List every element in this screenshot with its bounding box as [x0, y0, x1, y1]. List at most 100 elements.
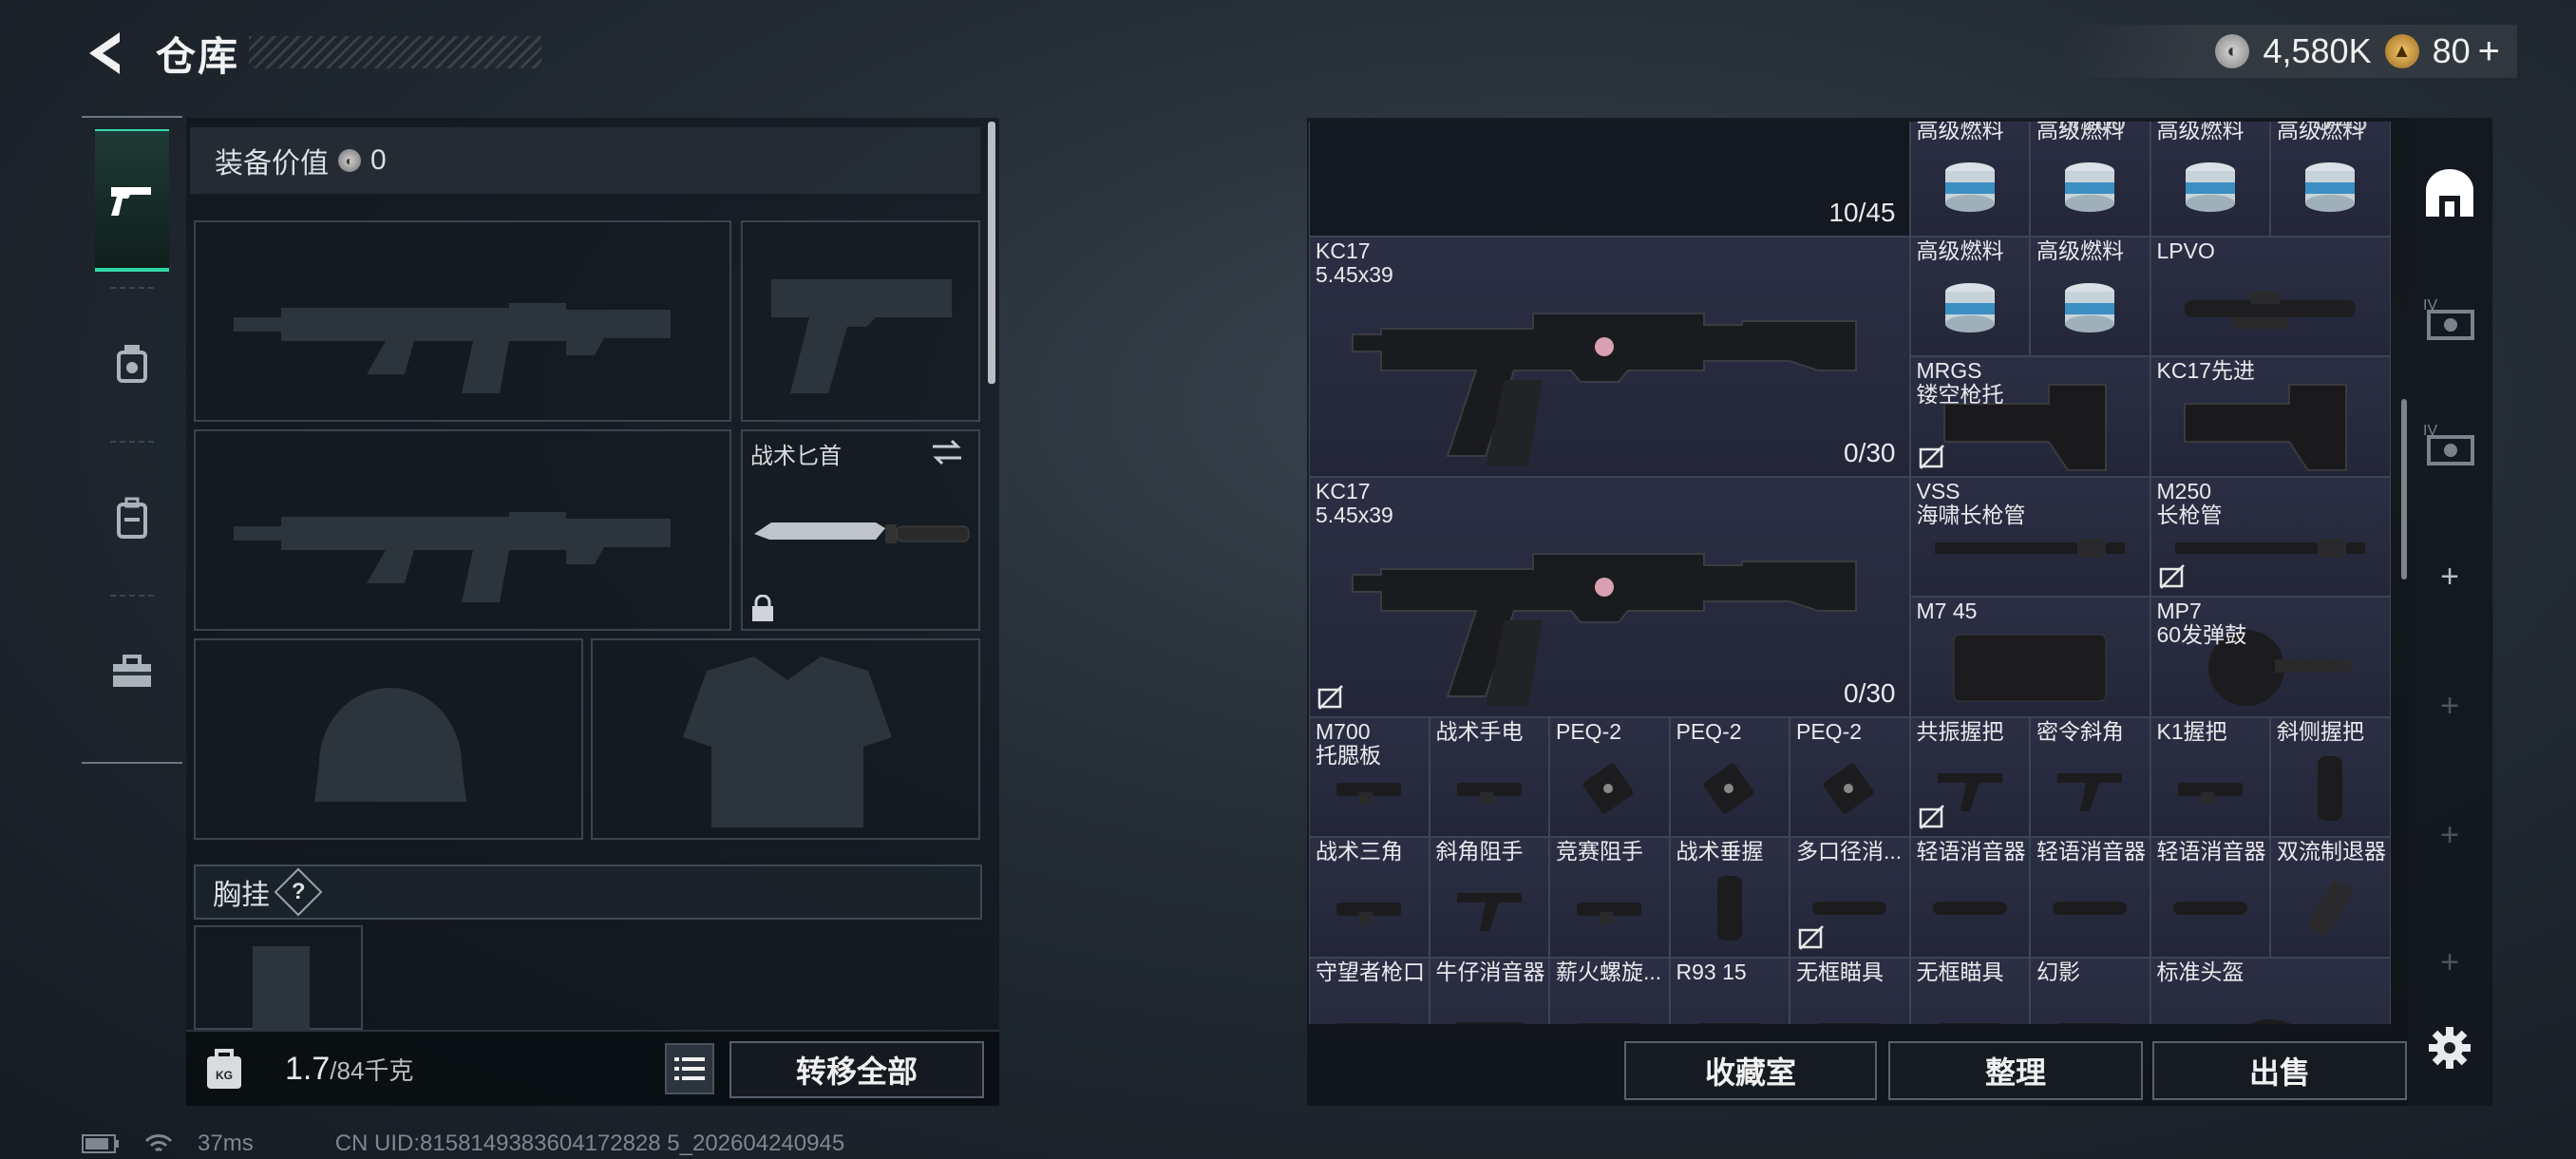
stash-item-label: 多口径消... [1796, 840, 1903, 864]
stash-item[interactable]: 竞赛阻手 [1549, 837, 1670, 958]
small-icon [1310, 981, 1429, 1024]
stash-item[interactable]: R93 15 [1669, 957, 1790, 1024]
chest-rig-slot[interactable] [194, 925, 363, 1032]
stash-item[interactable]: 无框瞄具 [1790, 957, 1910, 1024]
stash-item[interactable]: K1握把 [2150, 716, 2270, 837]
help-icon[interactable]: ? [274, 867, 323, 917]
stash-item[interactable]: 守望者枪口 [1309, 957, 1430, 1024]
stash-item[interactable]: 斜角阻手 [1429, 837, 1549, 958]
sort-button[interactable]: 整理 [1888, 1041, 2143, 1100]
swap-icon[interactable] [931, 439, 963, 466]
weight-readout: 1.7/84千克 [285, 1051, 413, 1088]
stash-scrollbar[interactable] [2401, 399, 2407, 580]
stash-item[interactable]: M7 45 [1909, 597, 2150, 717]
stash-item[interactable]: 高级燃料 [2270, 122, 2391, 237]
stash-item[interactable]: 高级燃料 [2150, 122, 2270, 237]
stash-item[interactable]: 高级燃料 [1909, 236, 2030, 356]
battery-icon [82, 1134, 119, 1153]
sell-button[interactable]: 出售 [2152, 1041, 2407, 1100]
no-drop-icon [1919, 804, 1945, 830]
svg-text:KG: KG [216, 1069, 233, 1082]
helmet-slot[interactable] [194, 638, 583, 840]
stash-item[interactable]: 薪火螺旋... [1549, 957, 1670, 1024]
stash-item[interactable]: LPVO [2150, 236, 2391, 356]
gold-coin-icon: ▲ [2384, 34, 2419, 68]
stash-item-label: M7 45 [1916, 599, 1978, 623]
grip-icon [1430, 861, 1549, 957]
list-view-button[interactable] [665, 1043, 714, 1094]
currency-bar: ◐ 4,580K ▲ 80 + [2061, 25, 2517, 78]
primary-weapon-slot[interactable] [194, 220, 731, 422]
tab-weapons[interactable] [95, 129, 169, 272]
add-container-button[interactable]: + [2418, 674, 2481, 737]
add-container-button[interactable]: + [2418, 545, 2481, 608]
stash-item[interactable]: 战术垂握 [1669, 837, 1790, 958]
add-container-button[interactable]: + [2418, 931, 2481, 994]
stash-item[interactable]: 高级燃料 [2030, 236, 2150, 356]
stash-item-label: KC17 5.45x39 [1316, 238, 1393, 287]
stash-item[interactable]: 轻语消音器 [2030, 837, 2150, 958]
tab-case[interactable] [95, 600, 169, 743]
equipment-value-bar: 装备价值 ◐ 0 [190, 127, 980, 194]
pistol-icon [111, 187, 151, 216]
settings-button[interactable] [2418, 1016, 2481, 1079]
rifle-silhouette-icon [234, 512, 671, 602]
stash-item[interactable]: 战术三角 [1309, 837, 1430, 958]
page-title: 仓库 [156, 34, 240, 79]
stash-item[interactable]: 轻语消音器 [2150, 837, 2270, 958]
add-currency-button[interactable]: + [2478, 30, 2500, 73]
stash-item[interactable]: 高级燃料 [2030, 122, 2150, 237]
tab-armor[interactable] [95, 293, 169, 435]
stash-item-label: PEQ-2 [1556, 719, 1622, 744]
stash-item[interactable]: 牛仔消音器 [1429, 957, 1549, 1024]
stash-grid: 10/45 高级燃料 高级燃料 高级燃料 高级燃料 KC17 5.45x39 0/30 高级燃… [1309, 122, 2394, 1024]
loadout-scrollbar[interactable] [988, 122, 995, 384]
collection-room-button[interactable]: 收藏室 [1624, 1041, 1877, 1100]
stash-item[interactable]: KC17 5.45x39 0/30 [1309, 476, 1910, 717]
stash-item[interactable]: 斜侧握把 [2270, 716, 2391, 837]
stash-tab[interactable] [2418, 162, 2481, 224]
stash-item[interactable]: 多口径消... [1790, 837, 1910, 958]
stash-item[interactable]: 高级燃料 [1909, 122, 2030, 237]
stash-item[interactable]: M700 托腮板 [1309, 716, 1430, 837]
brake-icon [2271, 861, 2390, 957]
knife-slot[interactable]: 战术匕首 [741, 429, 980, 631]
helmet-silhouette-icon [314, 688, 466, 802]
stash-item[interactable]: KC17 5.45x39 0/30 [1309, 236, 1910, 477]
stash-item-label: 战术手电 [1435, 719, 1524, 744]
sidearm-slot[interactable] [741, 220, 980, 422]
transfer-all-button[interactable]: 转移全部 [729, 1041, 984, 1098]
stash-item[interactable]: 轻语消音器 [1909, 837, 2030, 958]
supp-icon [1911, 861, 2030, 957]
add-container-button[interactable]: + [2418, 804, 2481, 866]
stash-item[interactable]: 密令斜角 [2030, 716, 2150, 837]
stash-item-label: LPVO [2156, 238, 2215, 263]
stash-item[interactable]: 10/45 [1309, 122, 1910, 237]
wifi-icon [144, 1134, 173, 1152]
stash-item[interactable]: M250 长枪管 [2150, 476, 2391, 597]
stash-item[interactable]: 战术手电 [1429, 716, 1549, 837]
stash-item-label: 高级燃料 [1916, 238, 2004, 263]
armor-slot[interactable] [591, 638, 980, 840]
helmet-icon [2151, 981, 2390, 1024]
stash-item[interactable]: KC17先进 [2150, 356, 2391, 477]
small-icon [1430, 741, 1549, 837]
back-button[interactable] [82, 27, 135, 80]
container-tab-2[interactable]: IV [2418, 412, 2481, 475]
stash-item[interactable]: MRGS 镂空枪托 [1909, 356, 2150, 477]
tab-backpack[interactable] [95, 446, 169, 589]
secondary-weapon-slot[interactable] [194, 429, 731, 631]
stash-item[interactable]: MP7 60发弹鼓 [2150, 597, 2391, 717]
container-tab-1[interactable]: IV [2418, 287, 2481, 350]
stash-item[interactable]: PEQ-2 [1669, 716, 1790, 837]
stash-item[interactable]: PEQ-2 [1790, 716, 1910, 837]
stash-item[interactable]: PEQ-2 [1549, 716, 1670, 837]
stash-item[interactable]: 无框瞄具 [1909, 957, 2030, 1024]
stash-item-label: 双流制退器 [2277, 840, 2386, 864]
stash-item[interactable]: 共振握把 [1909, 716, 2030, 837]
stash-item[interactable]: 幻影 [2030, 957, 2150, 1024]
stash-item[interactable]: 标准头盔 [2150, 957, 2391, 1024]
stash-item[interactable]: 双流制退器 [2270, 837, 2391, 958]
stash-item[interactable]: VSS 海啸长枪管 [1909, 476, 2150, 597]
stash-item-label: MRGS 镂空枪托 [1916, 359, 2004, 407]
